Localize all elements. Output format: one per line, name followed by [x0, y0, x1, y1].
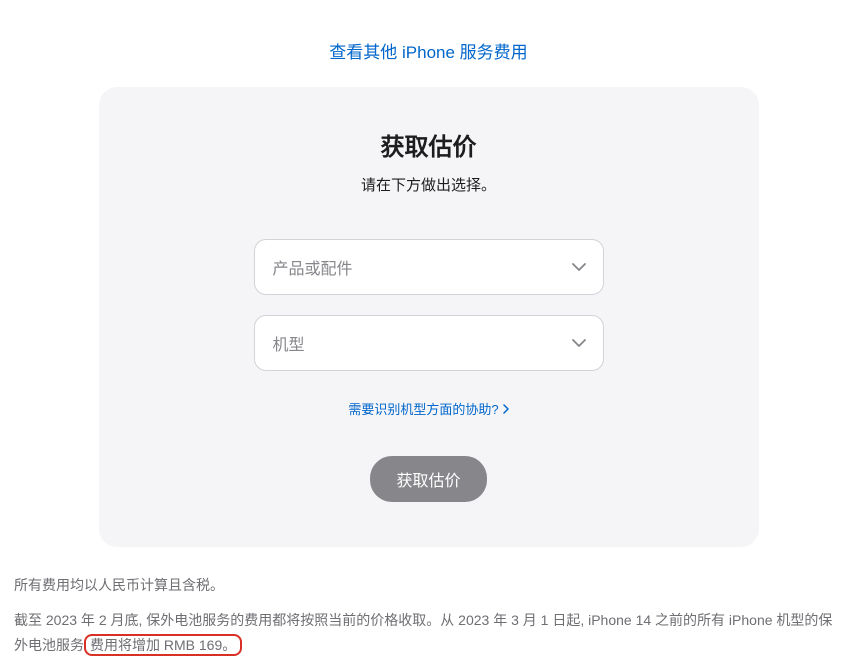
model-select[interactable]: 机型 [254, 315, 604, 371]
submit-button-wrapper: 获取估价 [159, 456, 699, 502]
footer-notes: 所有费用均以人民币计算且含税。 截至 2023 年 2 月底, 保外电池服务的费… [0, 547, 857, 659]
product-select-placeholder: 产品或配件 [273, 255, 353, 279]
footer-note-price-change: 截至 2023 年 2 月底, 保外电池服务的费用都将按照当前的价格收取。从 2… [14, 608, 843, 658]
help-link-label: 需要识别机型方面的协助? [348, 399, 498, 418]
page-container: 查看其他 iPhone 服务费用 获取估价 请在下方做出选择。 产品或配件 机型… [0, 0, 857, 659]
card-subtitle: 请在下方做出选择。 [159, 174, 699, 195]
identify-model-help-link[interactable]: 需要识别机型方面的协助? [348, 399, 508, 418]
get-estimate-button[interactable]: 获取估价 [370, 456, 486, 502]
card-title: 获取估价 [159, 127, 699, 162]
estimate-card: 获取估价 请在下方做出选择。 产品或配件 机型 需要识别机型方面的协助? [99, 87, 759, 547]
price-increase-highlight: 费用将增加 RMB 169。 [84, 634, 242, 656]
footer-note-tax: 所有费用均以人民币计算且含税。 [14, 573, 843, 598]
product-select-wrapper: 产品或配件 [254, 239, 604, 295]
model-select-wrapper: 机型 [254, 315, 604, 371]
other-services-link[interactable]: 查看其他 iPhone 服务费用 [329, 43, 527, 62]
chevron-right-icon [503, 401, 509, 417]
product-select[interactable]: 产品或配件 [254, 239, 604, 295]
top-link-wrapper: 查看其他 iPhone 服务费用 [0, 0, 857, 87]
model-select-placeholder: 机型 [273, 331, 305, 355]
